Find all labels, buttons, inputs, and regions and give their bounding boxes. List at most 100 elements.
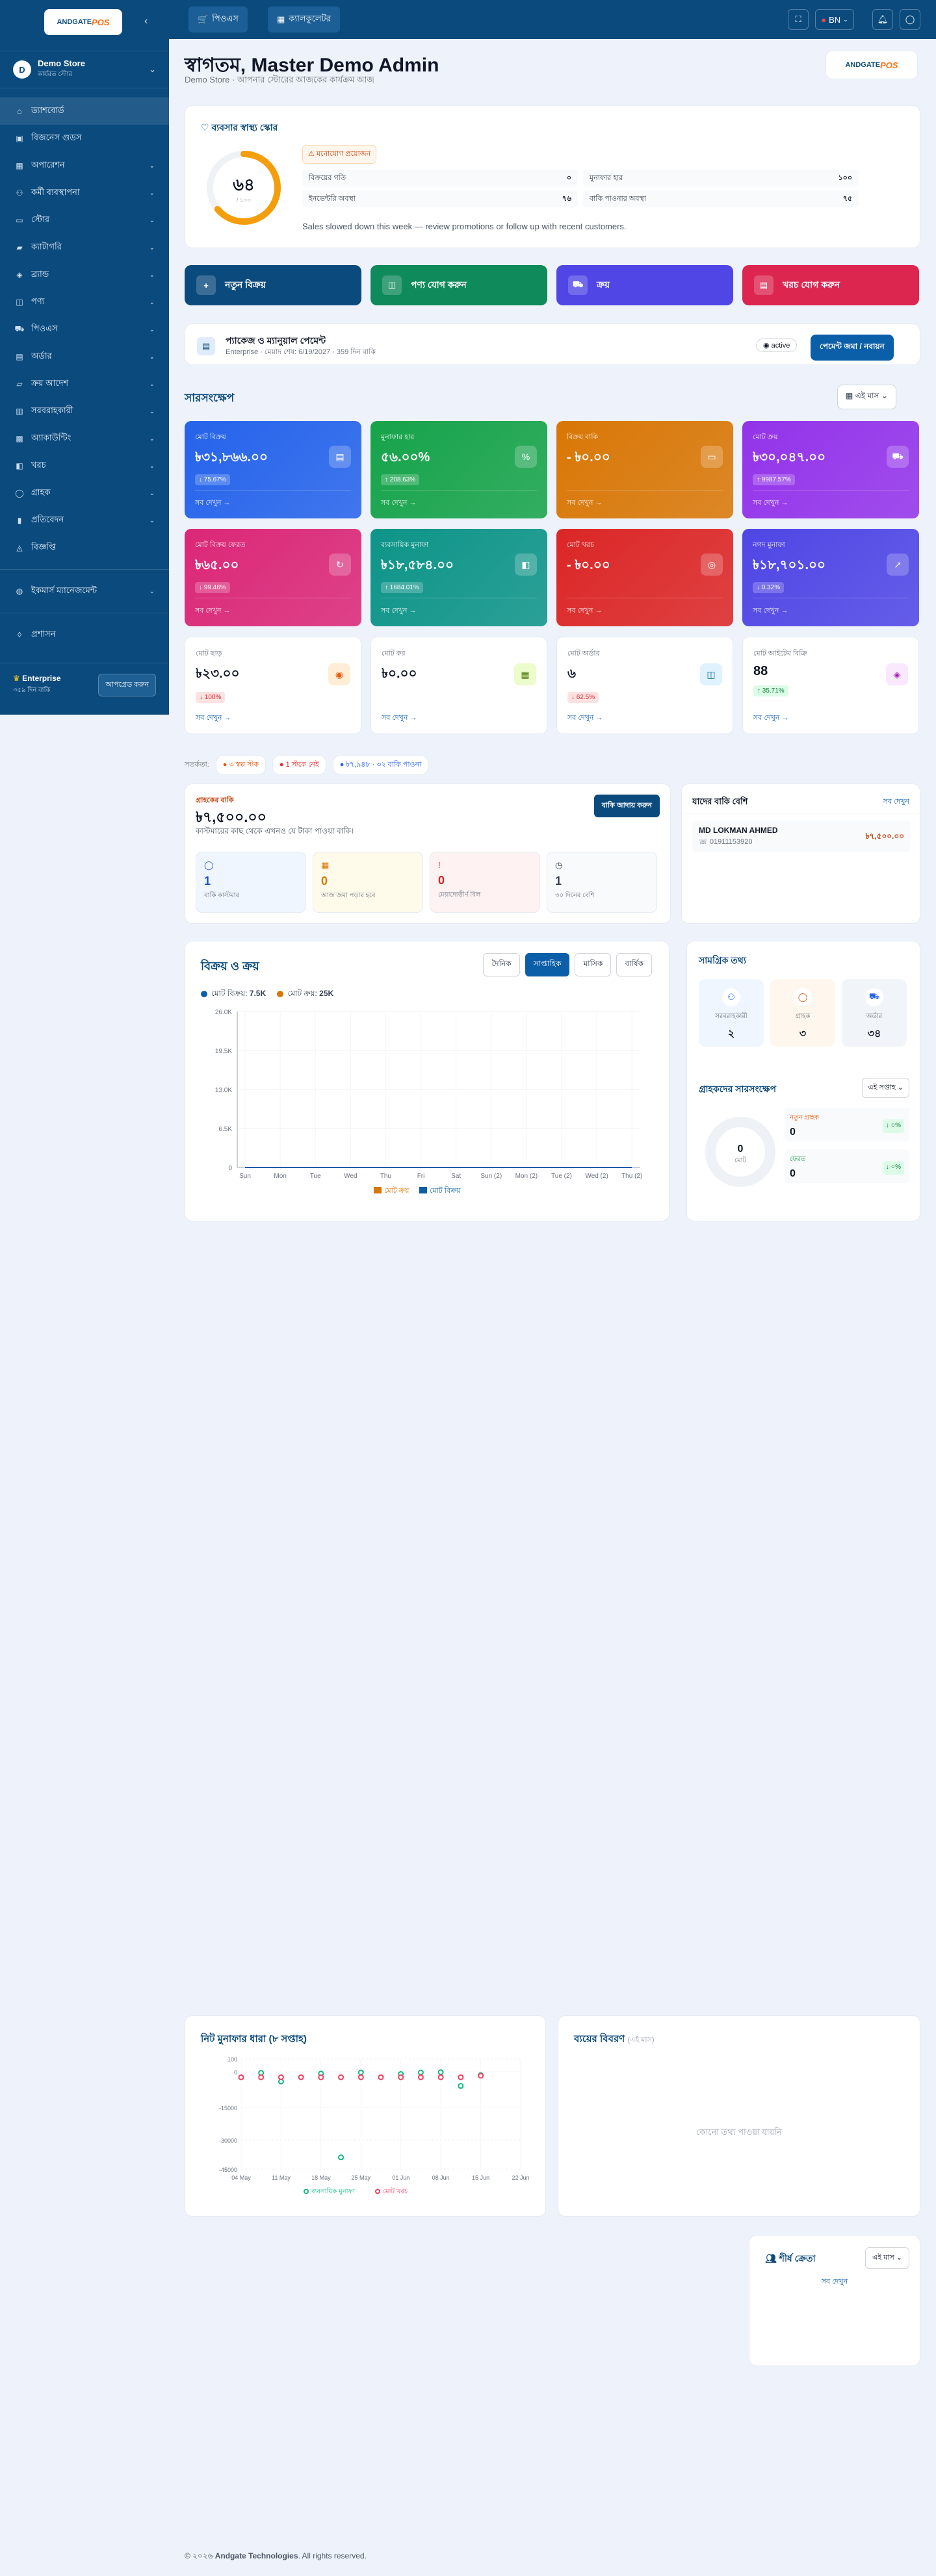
money-icon: ◎ — [701, 554, 723, 576]
sidebar-item-label: অ্যাকাউন্টিং — [31, 432, 72, 442]
chevron-down-icon: ⌄ — [843, 16, 848, 23]
see-all-link[interactable]: সব দেখুন — [749, 2276, 920, 2288]
see-all-link[interactable]: সব দেখুন → — [381, 598, 537, 617]
period-select[interactable]: ▦ এই মাস ⌄ — [837, 385, 896, 409]
stat-card[interactable]: মোট বিক্রয় ৳৩১,৮৬৬.০০ ↓ 75.67% ▤ সব দেখুন → — [185, 421, 361, 518]
legend-swatch — [419, 1187, 427, 1193]
see-all-link[interactable]: সব দেখুন → — [567, 490, 723, 509]
alert-chip[interactable]: ● ৩ স্বল্প স্টক — [215, 755, 266, 775]
tab-period[interactable]: মাসিক — [575, 953, 612, 976]
sidebar-item-box[interactable]: ◫ পণ্য ⌄ — [0, 288, 169, 316]
stat-value: ৳২৩.০০ — [196, 667, 240, 681]
pay-renew-button[interactable]: পেমেন্ট জমা / নবায়ন — [811, 335, 894, 361]
action-box-button[interactable]: ◫ পণ্য যোগ করুন — [370, 265, 547, 305]
tab-period[interactable]: দৈনিক — [483, 953, 520, 976]
wallet-icon: ◧ — [16, 461, 23, 470]
alert-chip[interactable]: ● 1 স্টকে নেই — [272, 755, 326, 775]
health-metric: ইনভেন্টরি অবস্থা ৭৬ — [302, 190, 578, 207]
store-avatar: D — [13, 60, 31, 79]
sidebar-item-store[interactable]: ▭ স্টোর ⌄ — [0, 207, 169, 234]
health-metric: বিক্রয়ের গতি ০ — [302, 170, 578, 186]
sidebar-item-tag[interactable]: ◈ ব্র্যান্ড ⌄ — [0, 261, 169, 288]
chevron-down-icon: ⌄ — [149, 587, 155, 595]
sidebar-item-cart[interactable]: ⛟ পিওএস ⌄ — [0, 316, 169, 343]
alert-dot-icon: ● — [222, 761, 229, 769]
collapse-sidebar-icon[interactable]: ‹ — [144, 16, 148, 27]
customer-period-select[interactable]: এই সপ্তাহ ⌄ — [862, 1078, 909, 1098]
stat-card[interactable]: মুনাফার হার ৫৬.০০% ↑ 208.63%% সব দেখুন → — [370, 421, 547, 518]
health-title: ♡ ব্যবসার স্বাস্থ্য স্কোর — [201, 122, 278, 133]
see-all-link[interactable]: সব দেখুন — [883, 796, 909, 808]
chevron-down-icon: ⌄ — [896, 2254, 902, 2262]
sidebar-item-factory[interactable]: ▥ সরবরাহকারী ⌄ — [0, 398, 169, 425]
tab-period[interactable]: সাপ্তাহিক — [525, 953, 570, 976]
sidebar-item-user[interactable]: ◯ গ্রাহক ⌄ — [0, 479, 169, 507]
see-all-link[interactable]: সব দেখুন → — [753, 598, 909, 617]
stat-card[interactable]: মোট কর ৳০.০০ ▦ সব দেখুন → — [370, 637, 547, 734]
sidebar-item-receipt[interactable]: ▤ অর্ডার ⌄ — [0, 343, 169, 370]
see-all-link[interactable]: সব দেখুন → — [381, 490, 537, 509]
folder-icon: ▰ — [16, 243, 23, 252]
pos-button[interactable]: 🛒 পিওএস — [188, 6, 248, 32]
sidebar-item-globe[interactable]: ◍ ইকমার্স ম্যানেজমেন্ট ⌄ — [0, 578, 169, 605]
stat-card[interactable]: মোট ক্রয় ৳৩০,০৪৭.০০ ↑ 9987.57% ⛟ সব দেখুন → — [742, 421, 919, 518]
sidebar-item-label: সরবরাহকারী — [31, 405, 73, 415]
sidebar-item-label: বিজ্ঞপ্তি — [31, 541, 56, 552]
sidebar-item-wallet[interactable]: ◧ খরচ ⌄ — [0, 452, 169, 479]
x-tick-label: 22 Jun — [512, 2174, 529, 2181]
bell-icon[interactable]: 🔔︎ — [872, 9, 893, 30]
quick-item-value: ২ — [727, 1028, 735, 1039]
top-buyers-period-select[interactable]: এই মাস ⌄ — [865, 2247, 909, 2269]
stat-card[interactable]: বিক্রয় বাকি - ৳০.০০ ▭ সব দেখুন → — [556, 421, 733, 518]
alert-chips: ● ৩ স্বল্প স্টক ● 1 স্টকে নেই ● ৳৭,৯৪৮ · ৩… — [209, 755, 429, 775]
stat-value: - ৳০.০০ — [567, 450, 610, 465]
sidebar-item-users[interactable]: ⚇ কর্মী ব্যবস্থাপনা ⌄ — [0, 179, 169, 207]
see-all-link[interactable]: সব দেখুন → — [753, 490, 909, 509]
due-stat-box: ◷ 1 ৩০ দিনের বেশি — [547, 852, 657, 913]
stat-card[interactable]: মোট আইটেম বিক্রি 88 ↑ 35.71% ◈ সব দেখুন → — [742, 637, 919, 734]
app-logo[interactable]: ANDGATE POS — [44, 9, 122, 35]
see-all-link[interactable]: সব দেখুন → — [382, 712, 417, 724]
upgrade-button[interactable]: আপগ্রেড করুন — [98, 674, 156, 696]
calculator-button[interactable]: ▦ ক্যালকুলেটর — [268, 6, 340, 32]
stat-card[interactable]: মোট ছাড় ৳২৩.০০ ↓ 100% ◉ সব দেখুন → — [185, 637, 361, 734]
check-icon: ◉ — [763, 342, 770, 350]
sidebar-item-folder[interactable]: ▰ ক্যাটাগরি ⌄ — [0, 234, 169, 261]
see-all-link[interactable]: সব দেখুন → — [753, 712, 789, 724]
sidebar-item-home[interactable]: ⌂ ড্যাশবোর্ড — [0, 97, 169, 125]
action-receipt-button[interactable]: ▤ খরচ যোগ করুন — [742, 265, 919, 305]
collect-due-button[interactable]: বাকি আদায় করুন — [593, 795, 660, 817]
see-all-link[interactable]: সব দেখুন → — [567, 598, 723, 617]
chevron-down-icon: ⌄ — [881, 391, 888, 400]
sidebar-item-grid[interactable]: ▦ অপারেশন ⌄ — [0, 152, 169, 179]
sidebar-item-briefcase[interactable]: ▣ বিজনেস গুডস — [0, 125, 169, 152]
user-menu-icon[interactable]: ◯ — [900, 9, 920, 30]
sidebar-item-bell[interactable]: ◬ বিজ্ঞপ্তি — [0, 534, 169, 561]
action-plus-button[interactable]: + নতুন বিক্রয় — [185, 265, 361, 305]
fullscreen-icon[interactable]: ⛶ — [788, 9, 809, 30]
see-all-link[interactable]: সব দেখুন → — [195, 598, 351, 617]
see-all-link[interactable]: সব দেখুন → — [195, 490, 351, 509]
see-all-link[interactable]: সব দেখুন → — [196, 712, 231, 724]
sidebar-item-chart[interactable]: ▮ প্রতিবেদন ⌄ — [0, 507, 169, 534]
stat-card[interactable]: মোট বিক্রয় ফেরত ৳৬৫.০০ ↓ 99.46% ↻ সব দেখুন … — [185, 529, 361, 626]
package-subtitle: Enterprise · মেয়াদ শেষ: 6/19/2027 · 359… — [226, 348, 376, 356]
legend-marker — [375, 2189, 380, 2194]
stat-card[interactable]: ব্যবসায়িক মুনাফা ৳১৮,৫৮৪.০০ ↑ 1684.01% ◧ সব… — [370, 529, 547, 626]
tab-period[interactable]: বার্ষিক — [616, 953, 652, 976]
stat-card[interactable]: নগদ মুনাফা ৳১৮,৭০১.০০ ↓ 0.32% ↗ সব দেখুন → — [742, 529, 919, 626]
alert-chip[interactable]: ● ৳৭,৯৪৮ · ৩২ বাকি পাওনা — [332, 755, 429, 775]
stat-card[interactable]: মোট খরচ - ৳০.০০ ◎ সব দেখুন → — [556, 529, 733, 626]
store-switcher[interactable]: D Demo Store কার্যরত স্টোর ⌄ — [0, 51, 169, 88]
list-item[interactable]: MD LOKMAN AHMED ☏ 01911153920 ৳৭,৫০০.০০ — [692, 821, 911, 852]
crown-icon: ♛ — [13, 674, 20, 683]
action-cart-button[interactable]: ⛟ ক্রয় — [556, 265, 733, 305]
language-switcher[interactable]: ● BN ⌄ — [815, 9, 854, 30]
sidebar-item-truck[interactable]: ▱ ক্রয় আদেশ ⌄ — [0, 370, 169, 398]
chevron-down-icon: ⌄ — [897, 1084, 904, 1091]
see-all-link[interactable]: সব দেখুন → — [567, 712, 603, 724]
sidebar-item-calculator[interactable]: ▩ অ্যাকাউন্টিং ⌄ — [0, 425, 169, 452]
y-tick-label: 100 — [228, 2056, 237, 2063]
stat-card[interactable]: মোট অর্ডার ৬ ↓ 62.5% ◫ সব দেখুন → — [556, 637, 733, 734]
sidebar-item-shield[interactable]: ◊ প্রশাসন — [0, 621, 169, 648]
